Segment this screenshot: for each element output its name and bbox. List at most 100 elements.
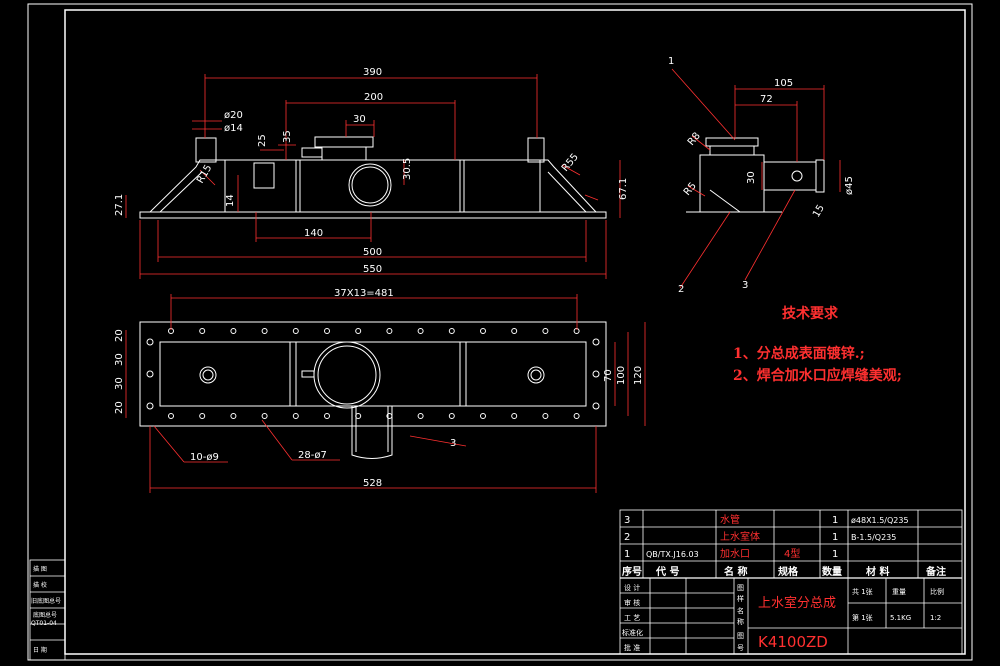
hdr-name: 名 称: [724, 565, 747, 578]
bolt-hole-bottom: [292, 413, 299, 419]
top-pipe-left: [195, 137, 217, 163]
plan-filler-outer: [313, 341, 381, 409]
dim-r15: R15: [195, 163, 214, 186]
dim-30-top: 30: [353, 114, 366, 125]
vlabel-3: 名: [737, 606, 744, 615]
plan-pipe-right-outer: [527, 366, 545, 384]
bolt-hole-left: [146, 370, 154, 378]
strip-label-6: 日 期: [33, 646, 47, 654]
plan-pipe-right-inner: [530, 369, 542, 381]
bolt-hole-right: [592, 338, 600, 346]
parts-row-2-name: 上水室体: [720, 530, 760, 543]
parts-list: 3 水管 1 ø48X1.5/Q235 2 上水室体 1 B-1.5/Q235 1 QB/TX.J…: [622, 513, 946, 578]
parts-row-3-no: 1: [624, 549, 630, 560]
dim-200: 200: [364, 92, 383, 103]
parts-row-3-spec: 4型: [784, 547, 800, 560]
role-standard: 标准化: [622, 628, 643, 637]
dim-plan-30b: 30: [114, 377, 125, 390]
holes-28-phi7: 28-ø7: [298, 450, 327, 461]
scale-value: 1:2: [930, 614, 941, 622]
hdr-no: 序号: [622, 565, 642, 578]
drawing-sheet: 390 200 30 ø20 ø14 25 35 30.5 R15 R55 14…: [27, 3, 973, 661]
bolt-hole-top: [261, 328, 268, 334]
role-check: 审 核: [624, 598, 640, 607]
parts-row-1-no: 3: [624, 515, 630, 526]
right-end-inner: [547, 171, 587, 213]
plan-view-dim-labels: 37X13=481 20 30 30 20 70 100 120 10-ø9 2…: [114, 288, 644, 489]
plan-pipe-left-outer: [199, 366, 217, 384]
bolt-hole-top: [230, 328, 237, 334]
bolt-hole-bottom: [448, 413, 455, 419]
bolt-hole-top: [480, 328, 486, 334]
bolt-hole-left: [146, 402, 154, 410]
bolt-hole-top: [355, 328, 362, 334]
hdr-qty: 数量: [822, 565, 842, 578]
sheets-total: 共 1张: [852, 587, 873, 596]
filler-neck: [321, 146, 367, 161]
bolt-hole-bottom: [324, 413, 330, 419]
left-margin-strip: [29, 559, 66, 661]
dim-14: 14: [225, 194, 236, 207]
parts-row-3-name: 加水口: [720, 548, 750, 560]
dim-side-30: 30: [746, 171, 757, 184]
dim-pitch: 37X13=481: [334, 288, 394, 299]
vlabel-6: 号: [737, 644, 744, 652]
side-neck: [709, 145, 755, 156]
dim-25: 25: [257, 134, 268, 147]
parts-rows: 3 水管 1 ø48X1.5/Q235 2 上水室体 1 B-1.5/Q235 1 QB/TX.J…: [624, 513, 909, 560]
bolt-hole-bottom: [542, 413, 549, 419]
holes-10-phi9: 10-ø9: [190, 452, 219, 463]
dim-r8: R8: [686, 131, 703, 148]
plan-overflow-stub: [301, 370, 315, 378]
dim-plan-20a: 20: [114, 329, 125, 342]
bolt-hole-bottom: [511, 413, 518, 419]
parts-row-1-material: ø48X1.5/Q235: [851, 516, 909, 525]
side-pipe-flange: [815, 159, 825, 193]
filler-overflow-pipe: [301, 147, 323, 158]
parts-row-1-qty: 1: [832, 515, 838, 526]
parts-row-3-code: QB/TX.J16.03: [646, 550, 699, 559]
dim-phi20: ø20: [224, 110, 243, 121]
dim-500: 500: [363, 247, 382, 258]
bolt-hole-top: [448, 328, 455, 334]
hdr-material: 材 料: [866, 565, 889, 578]
scale-label: 比例: [930, 587, 944, 596]
dim-550: 550: [363, 264, 382, 275]
sheet-outer-border: [27, 3, 973, 661]
dim-120: 120: [633, 366, 644, 385]
strip-label-5: QT01-04: [31, 620, 57, 627]
bolt-hole-bottom: [168, 413, 174, 419]
hdr-code: 代 号: [655, 565, 679, 578]
role-design: 设 计: [624, 583, 640, 592]
side-view-dim-labels: 105 72 R8 R5 30 ø45 15 1 2 3: [668, 56, 855, 295]
bolt-hole-bottom: [261, 413, 268, 419]
weight-value: 5.1KG: [890, 614, 911, 622]
dim-528: 528: [363, 478, 382, 489]
bolt-hole-top: [292, 328, 299, 334]
dim-r5: R5: [682, 181, 699, 198]
filler-cap: [314, 136, 374, 148]
dim-35: 35: [282, 130, 293, 143]
dim-phi45: ø45: [844, 176, 855, 195]
sheet-no: 第 1张: [852, 613, 873, 622]
vlabel-5: 图: [737, 632, 744, 640]
dim-70: 70: [603, 369, 614, 382]
dim-100: 100: [616, 366, 627, 385]
parts-row-1-name: 水管: [720, 513, 740, 526]
bolt-hole-bottom: [417, 413, 424, 419]
side-gusset: [709, 189, 741, 213]
bolt-hole-top: [417, 328, 424, 334]
tech-req-item-2: 2、焊合加水口应焊缝美观;: [733, 367, 902, 384]
dim-15: 15: [811, 203, 827, 220]
dim-67-1: 67.1: [618, 178, 629, 200]
dim-140: 140: [304, 228, 323, 239]
bolt-hole-bottom: [480, 413, 486, 419]
parts-row-2-material: B-1.5/Q235: [851, 533, 896, 542]
hdr-note: 备注: [925, 565, 946, 578]
left-inlet-opening: [253, 162, 275, 189]
strip-label-2: 描 校: [33, 581, 47, 589]
dim-plan-30a: 30: [114, 353, 125, 366]
callout-2: 2: [678, 284, 684, 295]
bolt-hole-bottom: [230, 413, 237, 419]
bolt-hole-right: [592, 370, 600, 378]
